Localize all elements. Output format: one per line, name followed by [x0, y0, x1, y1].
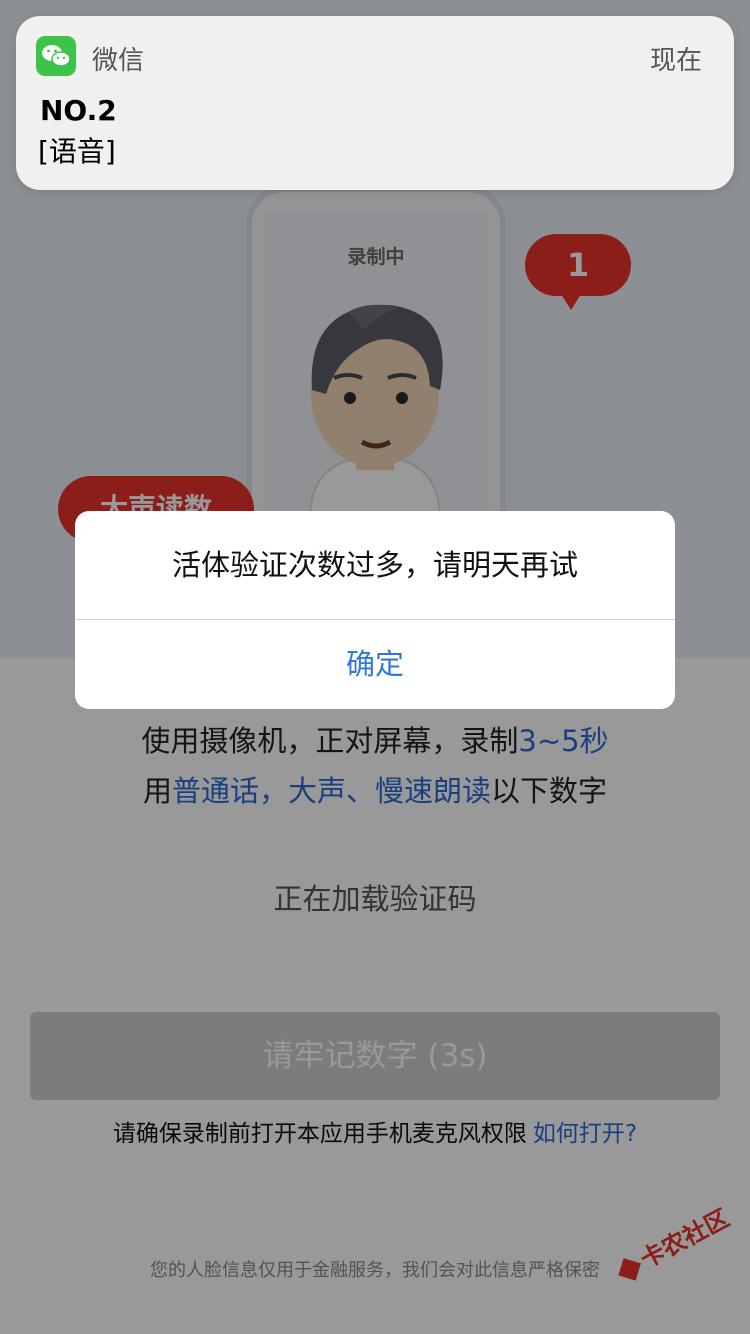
notification-time: 现在 — [649, 46, 702, 76]
notification-banner[interactable]: 微信 现在 NO.2 [语音] — [16, 16, 734, 190]
notification-title: NO.2 — [40, 94, 117, 127]
alert-message: 活体验证次数过多，请明天再试 — [75, 511, 675, 620]
alert-dialog: 活体验证次数过多，请明天再试 确定 — [75, 511, 675, 709]
confirm-button[interactable]: 确定 — [75, 620, 675, 709]
notification-body: [语音] — [38, 135, 116, 168]
wechat-icon — [36, 36, 76, 76]
notification-app-name: 微信 — [92, 46, 145, 76]
